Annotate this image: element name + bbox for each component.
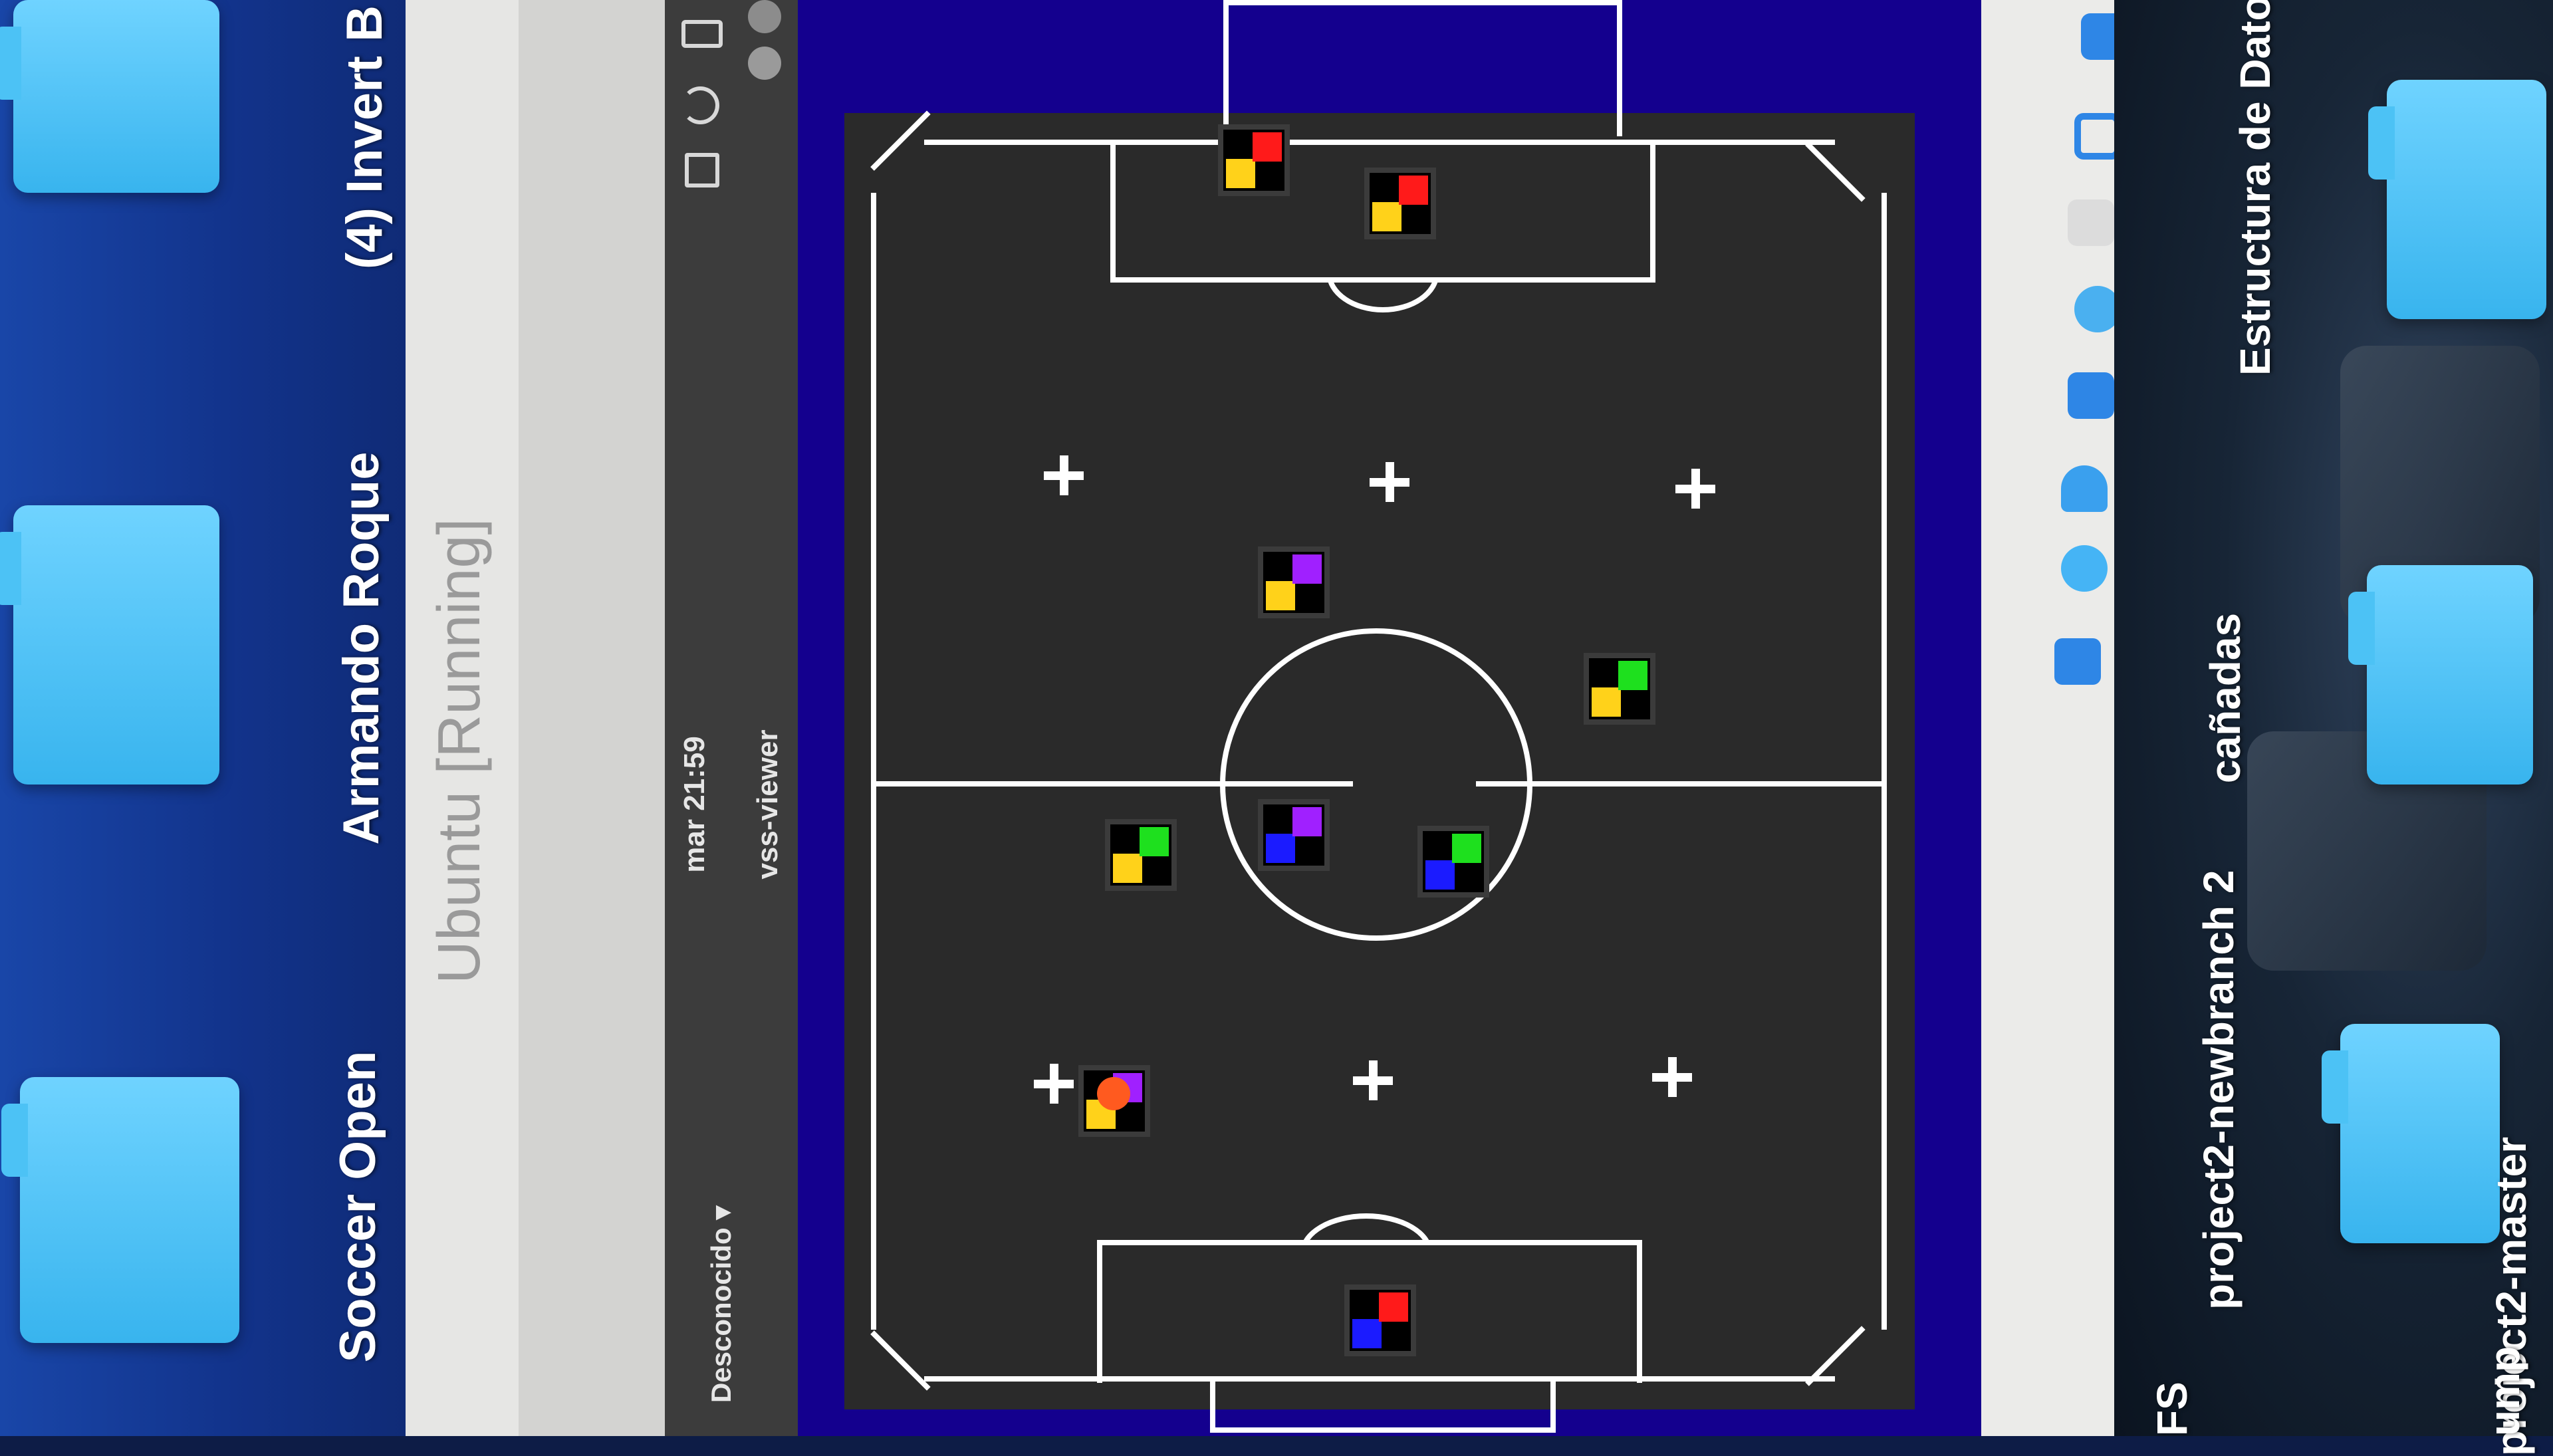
free-kick-mark <box>1034 1064 1074 1104</box>
corner-line <box>870 110 931 171</box>
goal-bottom <box>1210 1380 1556 1433</box>
optical-disk-icon[interactable] <box>2061 545 2108 592</box>
window-title: Ubuntu [Running] <box>426 518 493 985</box>
desktop-label[interactable]: Soccer Open <box>329 1027 389 1386</box>
desktop-label[interactable]: Estructura de Datos <box>2231 0 2290 376</box>
network-icon[interactable] <box>685 153 719 187</box>
desktop-label[interactable]: ump <box>2480 1343 2533 1436</box>
desktop-label[interactable]: cañadas <box>2201 585 2254 811</box>
touchline-left <box>871 193 876 1330</box>
desktop-label[interactable]: Armando Roque <box>332 449 392 848</box>
robot-yellow-purple[interactable] <box>1258 546 1330 618</box>
folder-icon[interactable] <box>1 1077 239 1343</box>
folder-icon[interactable] <box>0 505 219 785</box>
folder-icon[interactable] <box>2322 1024 2500 1243</box>
minimize-icon[interactable] <box>748 47 781 80</box>
free-kick-mark <box>1675 469 1715 509</box>
battery-icon[interactable] <box>681 20 723 48</box>
clock[interactable]: mar 21:59 <box>678 718 718 891</box>
free-kick-mark <box>1353 1060 1393 1100</box>
corner-line <box>1805 1326 1866 1386</box>
robot-blue-purple[interactable] <box>1258 799 1330 871</box>
free-kick-mark <box>1044 455 1084 495</box>
chevron-down-icon: ▾ <box>705 1205 737 1220</box>
volume-icon[interactable] <box>681 86 719 124</box>
corner-line <box>1805 142 1866 202</box>
network-menu[interactable]: Desconocido ▾ <box>705 1190 745 1403</box>
audio-icon[interactable] <box>2061 465 2108 512</box>
robot-yellow-green[interactable] <box>1584 653 1655 725</box>
corner-line <box>870 1330 931 1391</box>
center-mark <box>1220 781 1353 787</box>
goal-top <box>1223 0 1622 136</box>
network-label: Desconocido <box>705 1227 737 1403</box>
soccer-field <box>844 0 1915 1433</box>
keyboard-icon[interactable] <box>2068 199 2114 246</box>
desktop-label[interactable]: project2-newbranch 2 <box>2194 870 2247 1310</box>
close-icon[interactable] <box>748 0 781 33</box>
refresh-icon[interactable] <box>2054 638 2101 685</box>
robot-yellow-red[interactable] <box>1218 124 1290 196</box>
app-name[interactable]: vss-viewer <box>751 718 791 891</box>
robot-yellow-red[interactable] <box>1364 168 1436 239</box>
robot-blue-green[interactable] <box>1417 826 1489 898</box>
robot-yellow-green[interactable] <box>1105 819 1177 891</box>
desktop-label[interactable]: (4) Invert B <box>336 0 396 269</box>
folder-icon[interactable] <box>0 0 219 193</box>
touchline-right <box>1882 193 1887 1330</box>
folder-icon[interactable] <box>2348 565 2533 785</box>
ball[interactable] <box>1097 1077 1130 1110</box>
robot-blue-red[interactable] <box>1344 1284 1416 1356</box>
folder-icon[interactable] <box>2368 80 2546 319</box>
desktop-label[interactable]: FS <box>2147 1343 2201 1436</box>
free-kick-mark <box>1652 1057 1692 1097</box>
free-kick-mark <box>1370 462 1409 502</box>
shared-folders-icon[interactable] <box>2068 372 2114 419</box>
